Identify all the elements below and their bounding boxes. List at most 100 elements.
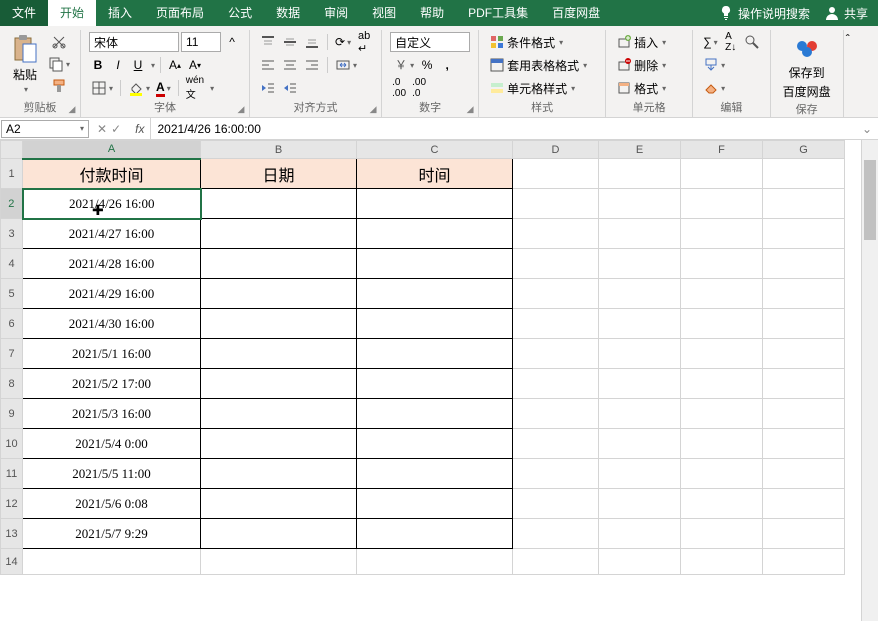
increase-indent-button[interactable] [280,78,300,98]
cancel-formula-button[interactable]: ✕ [97,122,107,136]
cell-A10[interactable]: 2021/5/4 0:00 [23,429,201,459]
format-as-table-button[interactable]: 套用表格格式▾ [487,55,597,75]
col-header-F[interactable]: F [681,141,763,159]
cell-G1[interactable] [763,159,845,189]
align-center-button[interactable] [280,55,300,75]
row-header-14[interactable]: 14 [1,549,23,575]
phonetic-button[interactable]: wén文 [184,78,206,98]
cell-B1[interactable]: 日期 [201,159,357,189]
cell-G14[interactable] [763,549,845,575]
tab-home[interactable]: 开始 [48,0,96,26]
row-header-13[interactable]: 13 [1,519,23,549]
cell-A1[interactable]: 付款时间 [23,159,201,189]
decrease-font-button[interactable]: ^ [223,32,241,52]
cell-D4[interactable] [513,249,599,279]
accounting-format-button[interactable]: ￥▾ [390,55,416,75]
fill-color-button[interactable]: ▾ [126,78,152,98]
cell-A4[interactable]: 2021/4/28 16:00 [23,249,201,279]
cell-A5[interactable]: 2021/4/29 16:00 [23,279,201,309]
cell-styles-button[interactable]: 单元格样式▾ [487,78,597,98]
cell-F4[interactable] [681,249,763,279]
comma-format-button[interactable]: , [438,55,456,75]
cell-F12[interactable] [681,489,763,519]
vertical-scrollbar[interactable] [861,140,878,621]
tab-baidu-netdisk[interactable]: 百度网盘 [540,0,612,26]
decrease-decimal-button[interactable]: .00.0 [410,78,428,98]
find-select-button[interactable] [742,32,762,52]
cell-F2[interactable] [681,189,763,219]
cell-B3[interactable] [201,219,357,249]
cell-C3[interactable] [357,219,513,249]
row-header-8[interactable]: 8 [1,369,23,399]
align-left-button[interactable] [258,55,278,75]
tab-insert[interactable]: 插入 [96,0,144,26]
align-top-button[interactable] [258,32,278,52]
col-header-C[interactable]: C [357,141,513,159]
tab-review[interactable]: 审阅 [312,0,360,26]
cell-E13[interactable] [599,519,681,549]
fx-icon[interactable]: fx [129,122,150,136]
cell-F10[interactable] [681,429,763,459]
cell-E8[interactable] [599,369,681,399]
tab-formula[interactable]: 公式 [216,0,264,26]
decrease-indent-button[interactable] [258,78,278,98]
cell-B14[interactable] [201,549,357,575]
cell-F8[interactable] [681,369,763,399]
cell-F5[interactable] [681,279,763,309]
cell-E3[interactable] [599,219,681,249]
cell-F9[interactable] [681,399,763,429]
cell-D7[interactable] [513,339,599,369]
align-right-button[interactable] [302,55,322,75]
share-button[interactable]: 共享 [824,5,868,22]
row-header-6[interactable]: 6 [1,309,23,339]
row-header-12[interactable]: 12 [1,489,23,519]
row-header-11[interactable]: 11 [1,459,23,489]
col-header-B[interactable]: B [201,141,357,159]
autosum-button[interactable]: ∑▾ [701,32,720,52]
font-name-combo[interactable] [89,32,179,52]
decrease-font-size-button[interactable]: A▾ [186,55,204,75]
font-size-combo[interactable] [181,32,221,52]
cell-F14[interactable] [681,549,763,575]
cell-A13[interactable]: 2021/5/7 9:29 [23,519,201,549]
cell-D9[interactable] [513,399,599,429]
dialog-launcher-clipboard[interactable]: ◢ [66,104,78,116]
col-header-D[interactable]: D [513,141,599,159]
cell-C7[interactable] [357,339,513,369]
cell-E11[interactable] [599,459,681,489]
cell-F13[interactable] [681,519,763,549]
cell-G4[interactable] [763,249,845,279]
cell-A11[interactable]: 2021/5/5 11:00 [23,459,201,489]
col-header-E[interactable]: E [599,141,681,159]
cell-B12[interactable] [201,489,357,519]
orientation-button[interactable]: ⟳▾ [333,32,353,52]
cell-G11[interactable] [763,459,845,489]
cell-D1[interactable] [513,159,599,189]
cell-E2[interactable] [599,189,681,219]
cell-E6[interactable] [599,309,681,339]
cell-A9[interactable]: 2021/5/3 16:00 [23,399,201,429]
cell-D3[interactable] [513,219,599,249]
row-header-9[interactable]: 9 [1,399,23,429]
row-header-5[interactable]: 5 [1,279,23,309]
cell-E7[interactable] [599,339,681,369]
ribbon-collapse[interactable]: ˆ [844,30,852,118]
align-bottom-button[interactable] [302,32,322,52]
format-cells-button[interactable]: 格式▾ [614,78,684,98]
cell-D12[interactable] [513,489,599,519]
cell-C9[interactable] [357,399,513,429]
cell-B10[interactable] [201,429,357,459]
cell-C13[interactable] [357,519,513,549]
cell-A14[interactable] [23,549,201,575]
number-format-combo[interactable] [390,32,470,52]
cell-A7[interactable]: 2021/5/1 16:00 [23,339,201,369]
cell-D2[interactable] [513,189,599,219]
cell-C14[interactable] [357,549,513,575]
percent-format-button[interactable]: % [418,55,436,75]
row-header-7[interactable]: 7 [1,339,23,369]
row-header-1[interactable]: 1 [1,159,23,189]
cell-B8[interactable] [201,369,357,399]
row-header-3[interactable]: 3 [1,219,23,249]
enter-formula-button[interactable]: ✓ [111,122,121,136]
cell-G9[interactable] [763,399,845,429]
